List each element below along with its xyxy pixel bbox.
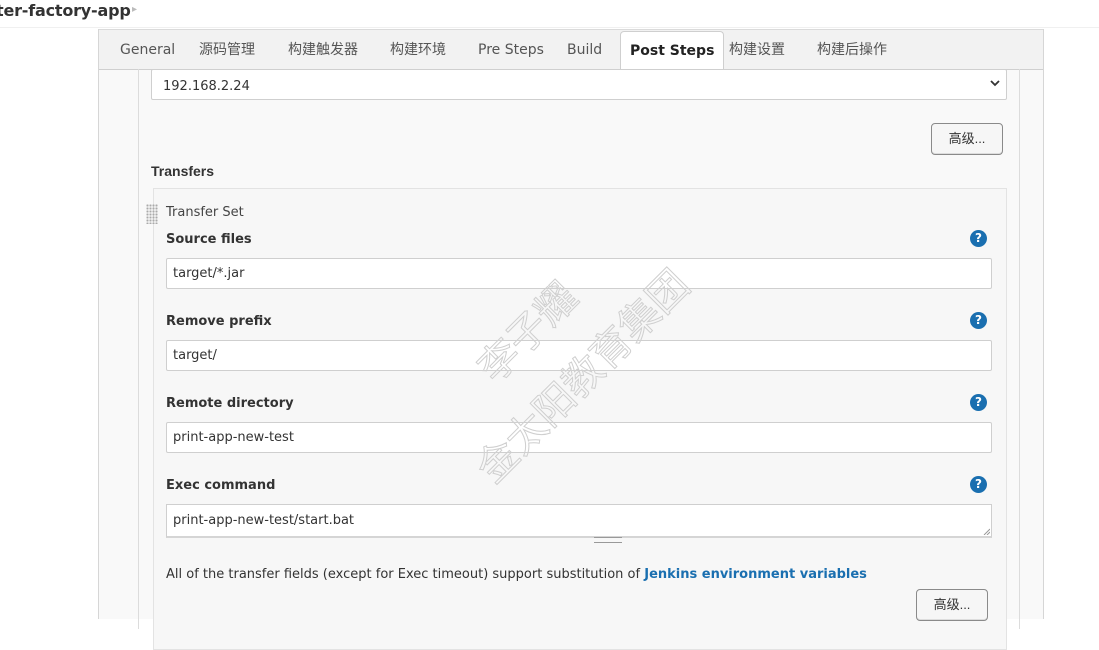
tab-build-environment[interactable]: 构建环境 [390, 30, 446, 69]
help-icon[interactable]: ? [970, 230, 987, 247]
remote-directory-label: Remote directory [166, 396, 294, 411]
remove-prefix-label: Remove prefix [166, 314, 272, 329]
job-config-panel: General 源码管理 构建触发器 构建环境 Pre Steps Build … [98, 29, 1044, 650]
exec-command-value: print-app-new-test/start.bat [173, 513, 355, 528]
chevron-down-icon [990, 80, 1000, 87]
source-files-label: Source files [166, 232, 252, 247]
help-icon[interactable]: ? [970, 476, 987, 493]
tab-build-settings[interactable]: 构建设置 [729, 30, 785, 69]
textarea-resize-handle[interactable] [594, 537, 622, 543]
resize-corner-icon[interactable] [982, 527, 990, 535]
tab-general[interactable]: General [120, 30, 175, 69]
jenkins-env-vars-link[interactable]: Jenkins environment variables [644, 567, 867, 582]
chevron-right-icon[interactable]: ▸ [132, 4, 137, 15]
remove-prefix-input[interactable]: target/ [166, 340, 992, 371]
tab-pre-steps[interactable]: Pre Steps [478, 30, 544, 69]
transfer-set-title: Transfer Set [166, 205, 244, 220]
drag-handle-icon[interactable] [146, 204, 158, 224]
transfers-title: Transfers [151, 163, 215, 179]
remote-directory-input[interactable]: print-app-new-test [166, 422, 992, 453]
tab-build-triggers[interactable]: 构建触发器 [288, 30, 358, 69]
ssh-server-select[interactable]: 192.168.2.24 [151, 69, 1007, 100]
tab-source-control[interactable]: 源码管理 [199, 30, 255, 69]
help-icon[interactable]: ? [970, 312, 987, 329]
exec-command-label: Exec command [166, 478, 276, 493]
advanced-button[interactable]: 高级... [931, 123, 1003, 155]
breadcrumb-project-link[interactable]: ter-factory-app [0, 1, 131, 20]
source-files-input[interactable]: target/*.jar [166, 258, 992, 289]
config-tabbar: General 源码管理 构建触发器 构建环境 Pre Steps Build … [99, 29, 1043, 72]
exec-command-textarea[interactable]: print-app-new-test/start.bat [166, 504, 992, 538]
ssh-server-select-value: 192.168.2.24 [163, 79, 250, 94]
breadcrumb: ter-factory-app ▸ [0, 0, 1099, 28]
substitution-note: All of the transfer fields (except for E… [166, 567, 867, 582]
advanced-button-transfer[interactable]: 高级... [916, 589, 988, 621]
substitution-note-text: All of the transfer fields (except for E… [166, 567, 645, 582]
tab-build[interactable]: Build [567, 30, 602, 69]
help-icon[interactable]: ? [970, 394, 987, 411]
tab-post-steps[interactable]: Post Steps [620, 31, 725, 72]
tab-post-build-actions[interactable]: 构建后操作 [817, 30, 887, 69]
